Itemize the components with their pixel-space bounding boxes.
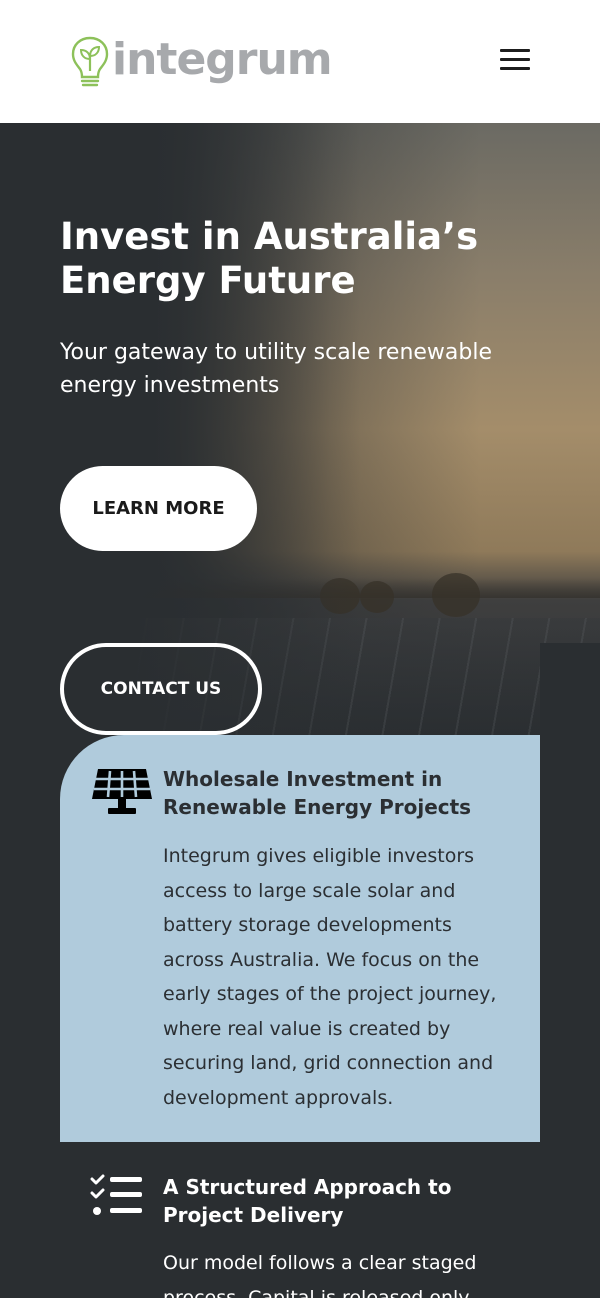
feature-title: A Structured Approach to Project Deliver… bbox=[163, 1175, 452, 1227]
contact-us-button[interactable]: CONTACT US bbox=[60, 643, 262, 735]
lightbulb-leaf-icon bbox=[71, 36, 109, 87]
hamburger-menu-icon[interactable] bbox=[496, 44, 534, 76]
hero-title: Invest in Australia’s Energy Future bbox=[60, 215, 479, 302]
hero-subtitle: Your gateway to utility scale renewable … bbox=[60, 340, 493, 398]
decorative-block bbox=[540, 643, 600, 735]
logo[interactable]: integrum bbox=[70, 33, 333, 93]
feature-card-wholesale: Wholesale Investment in Renewable Energy… bbox=[60, 735, 540, 1142]
site-header: integrum bbox=[0, 0, 600, 123]
feature-title: Wholesale Investment in Renewable Energy… bbox=[163, 767, 472, 819]
learn-more-button[interactable]: LEARN MORE bbox=[60, 466, 257, 551]
checklist-icon bbox=[90, 1174, 142, 1215]
menu-bar bbox=[500, 49, 530, 52]
feature-body: Our model follows a clear staged process… bbox=[163, 1252, 477, 1298]
solar-panel-icon bbox=[92, 769, 152, 814]
hero-section: Invest in Australia’s Energy Future Your… bbox=[0, 123, 600, 735]
feature-body: Integrum gives eligible investors access… bbox=[163, 845, 497, 1109]
feature-card-structured: A Structured Approach to Project Deliver… bbox=[60, 1142, 540, 1298]
menu-bar bbox=[500, 58, 530, 61]
logo-text: integrum bbox=[112, 34, 333, 85]
menu-bar bbox=[500, 67, 530, 70]
